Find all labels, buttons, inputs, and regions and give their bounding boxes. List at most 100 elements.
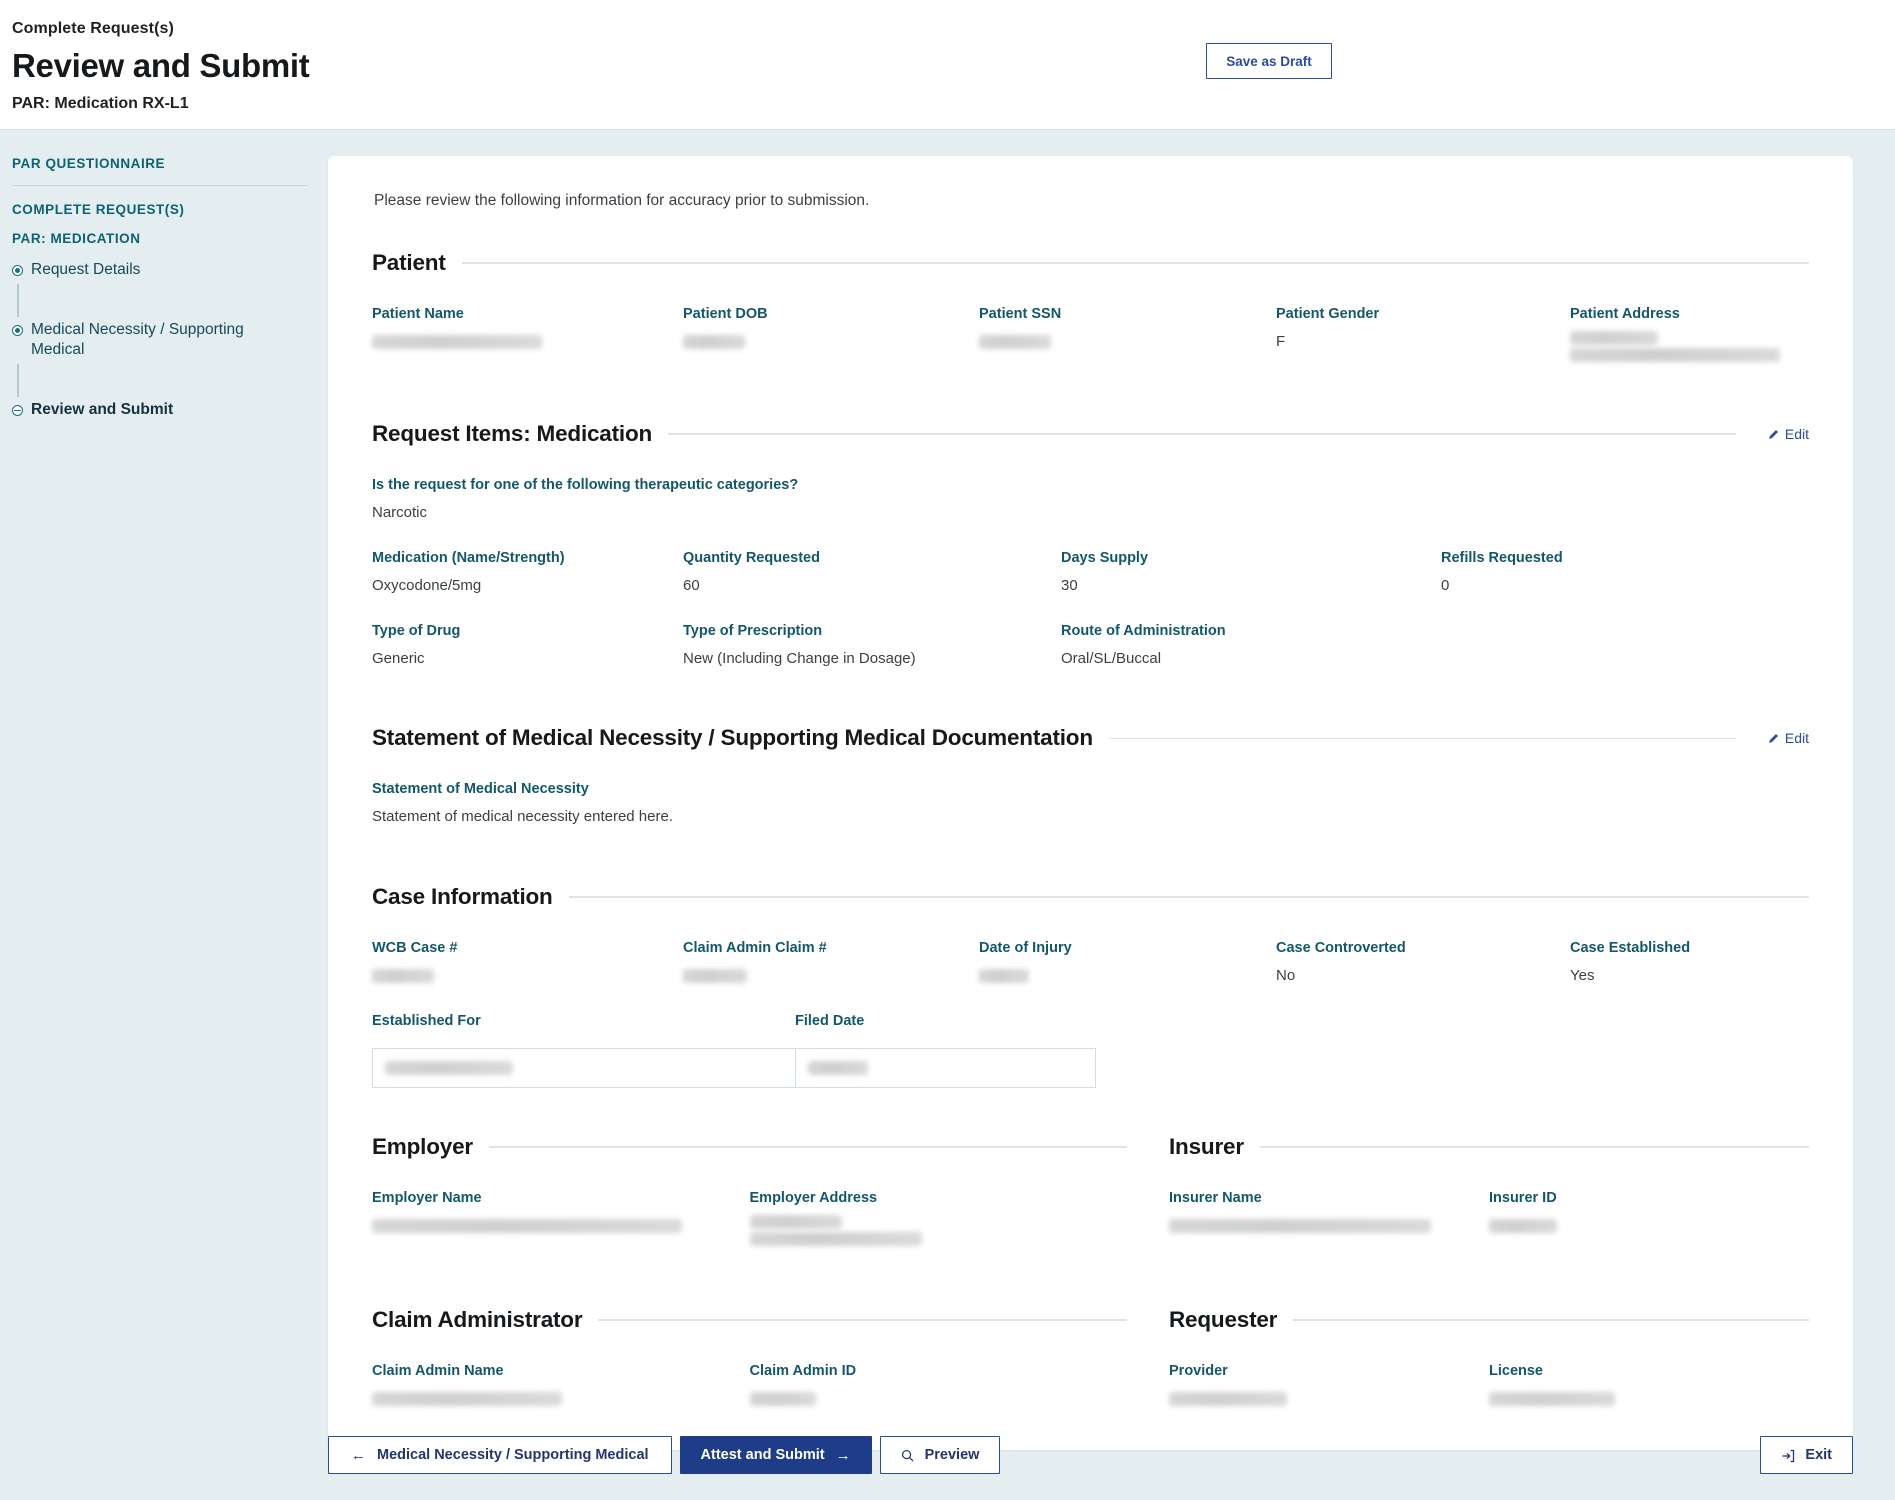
- claim-administrator-block: Claim Administrator Claim Admin Name Cla…: [372, 1307, 1127, 1410]
- main-content: Please review the following information …: [328, 130, 1895, 1500]
- field-value: Narcotic: [372, 504, 428, 521]
- field-label: Patient Name: [372, 306, 464, 322]
- field-label: Days Supply: [1061, 549, 1149, 566]
- field-value: [1570, 331, 1791, 362]
- redacted-value: [1489, 1218, 1557, 1233]
- field-value: 0: [1441, 576, 1450, 594]
- section-title: Patient: [372, 250, 446, 275]
- section-title: Statement of Medical Necessity / Support…: [372, 725, 1093, 751]
- pencil-icon: [1768, 732, 1780, 744]
- pencil-icon: [1768, 428, 1780, 440]
- sidebar-item-medical-necessity[interactable]: Medical Necessity / Supporting Medical: [12, 320, 282, 361]
- employer-block: Employer Employer Name Employer Address: [372, 1134, 1127, 1249]
- submit-button-label: Attest and Submit: [700, 1447, 825, 1463]
- field-employer-name: Employer Name: [372, 1190, 750, 1249]
- back-button-label: Medical Necessity / Supporting Medical: [377, 1447, 649, 1463]
- field-value: [979, 331, 1258, 353]
- page-title: Review and Submit: [12, 47, 310, 84]
- attest-and-submit-button[interactable]: Attest and Submit →: [679, 1436, 872, 1474]
- field-label: Employer Address: [749, 1189, 878, 1206]
- redacted-value: [808, 1060, 868, 1075]
- sidebar-section-complete-requests[interactable]: COMPLETE REQUEST(S): [12, 202, 308, 217]
- field-value: Oxycodone/5mg: [372, 576, 482, 594]
- field-type-of-prescription: Type of Prescription New (Including Chan…: [683, 623, 1061, 670]
- arrow-right-icon: →: [835, 1446, 851, 1464]
- redacted-value: [372, 1218, 682, 1233]
- field-employer-address: Employer Address: [749, 1189, 1128, 1249]
- field-value: [683, 965, 961, 987]
- field-value: Oral/SL/Buccal: [1061, 649, 1162, 667]
- field-label: Patient Gender: [1276, 306, 1380, 322]
- section-rule: [461, 262, 1809, 264]
- field-patient-dob: Patient DOB: [683, 306, 979, 365]
- save-as-draft-button[interactable]: Save as Draft: [1206, 43, 1332, 79]
- employer-insurer-row: Employer Employer Name Employer Address: [372, 1134, 1809, 1249]
- redacted-value: [372, 335, 542, 350]
- section-rule: [488, 1146, 1127, 1148]
- field-value: Statement of medical necessity entered h…: [372, 808, 673, 826]
- sidebar-group-par-questionnaire[interactable]: PAR QUESTIONNAIRE: [12, 156, 308, 171]
- redacted-value: [979, 335, 1051, 350]
- section-title: Requester: [1169, 1306, 1278, 1332]
- patient-fields: Patient Name Patient DOB Patient SSN Pat…: [372, 306, 1809, 365]
- request-items-row-2: Type of Drug Generic Type of Prescriptio…: [372, 623, 1809, 670]
- back-button[interactable]: ← Medical Necessity / Supporting Medical: [328, 1436, 672, 1474]
- field-provider: Provider: [1169, 1363, 1489, 1410]
- redacted-value: [1169, 1218, 1431, 1233]
- field-insurer-id: Insurer ID: [1489, 1190, 1809, 1237]
- field-quantity-requested: Quantity Requested 60: [683, 550, 1061, 597]
- field-value: [1489, 1388, 1791, 1410]
- field-value: F: [1276, 333, 1286, 350]
- edit-medical-necessity-link[interactable]: Edit: [1768, 730, 1809, 746]
- field-value: [372, 965, 665, 987]
- field-label: Patient SSN: [979, 306, 1062, 322]
- field-label: Patient Address: [1570, 306, 1680, 322]
- sidebar-item-label: Review and Submit: [31, 400, 174, 418]
- field-label: Case Controverted: [1276, 940, 1406, 956]
- field-refills-requested: Refills Requested 0: [1441, 550, 1809, 597]
- sidebar-item-review-and-submit[interactable]: Review and Submit: [12, 400, 282, 421]
- redacted-value: [1570, 348, 1780, 362]
- section-header-patient: Patient: [372, 250, 1809, 276]
- section-header-case-information: Case Information: [372, 884, 1809, 910]
- intro-text: Please review the following information …: [374, 192, 870, 209]
- field-type-of-drug: Type of Drug Generic: [372, 623, 683, 670]
- field-therapeutic-category: Is the request for one of the following …: [372, 477, 1809, 524]
- claim-administrator-fields: Claim Admin Name Claim Admin ID: [372, 1363, 1127, 1410]
- redacted-value: [683, 969, 747, 984]
- established-filed-table: [372, 1047, 1096, 1088]
- edit-request-items-link[interactable]: Edit: [1768, 426, 1809, 442]
- redacted-value: [683, 335, 745, 350]
- field-patient-gender: Patient Gender F: [1276, 306, 1570, 365]
- field-statement-of-medical-necessity: Statement of Medical Necessity Statement…: [372, 781, 1809, 828]
- field-label: WCB Case #: [372, 940, 458, 956]
- edit-label: Edit: [1784, 426, 1809, 442]
- field-value: [1169, 1215, 1471, 1237]
- step-connector: [17, 283, 19, 317]
- exit-button[interactable]: Exit: [1760, 1436, 1853, 1474]
- redacted-value: [749, 1231, 922, 1246]
- field-value: [749, 1214, 1110, 1246]
- request-items-row-1: Medication (Name/Strength) Oxycodone/5mg…: [372, 550, 1809, 597]
- preview-button-label: Preview: [924, 1447, 980, 1463]
- section-header-insurer: Insurer: [1169, 1134, 1809, 1160]
- field-established-for: Established For: [372, 1013, 795, 1038]
- section-rule: [1293, 1319, 1809, 1321]
- field-label: Quantity Requested: [683, 549, 820, 566]
- section-header-claim-administrator: Claim Administrator: [372, 1307, 1127, 1333]
- redacted-value: [372, 969, 434, 984]
- step-complete-icon: [12, 324, 23, 336]
- insurer-block: Insurer Insurer Name Insurer ID: [1169, 1134, 1809, 1249]
- field-license: License: [1489, 1363, 1809, 1410]
- requester-fields: Provider License: [1169, 1363, 1809, 1410]
- preview-button[interactable]: Preview: [879, 1436, 1001, 1474]
- field-filed-date: Filed Date: [795, 1013, 882, 1038]
- redacted-value: [1489, 1391, 1615, 1406]
- field-value: [1169, 1388, 1471, 1410]
- field-value: No: [1276, 967, 1296, 984]
- field-label: Insurer ID: [1489, 1189, 1557, 1206]
- section-rule: [568, 896, 1809, 898]
- field-label: Date of Injury: [979, 940, 1072, 956]
- field-patient-ssn: Patient SSN: [979, 306, 1276, 365]
- sidebar-item-request-details[interactable]: Request Details: [12, 260, 282, 281]
